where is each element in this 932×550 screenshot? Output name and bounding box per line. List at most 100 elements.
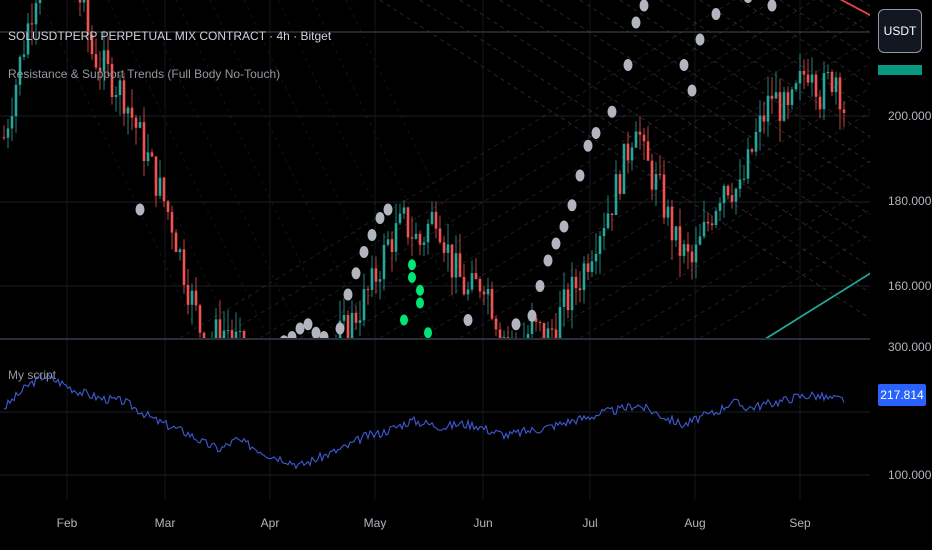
- pivot-high-marker: [567, 199, 577, 212]
- pivot-high-marker: [335, 322, 345, 335]
- candle-body: [610, 213, 614, 216]
- candle-body: [158, 177, 162, 196]
- candle-body: [562, 289, 566, 308]
- candle-body: [162, 177, 166, 202]
- candle-body: [810, 74, 814, 83]
- chart-canvas[interactable]: 200.000 180.000 160.000 300.000 100.000 Feb M…: [0, 0, 932, 550]
- candle-body: [146, 152, 150, 162]
- candle-body: [662, 174, 666, 218]
- pivot-high-marker: [687, 84, 697, 97]
- candle-body: [558, 307, 562, 338]
- indicator-title[interactable]: Resistance & Support Trends (Full Body N…: [8, 67, 280, 81]
- script-pane-title[interactable]: My script: [8, 368, 56, 382]
- candle-body: [822, 73, 826, 110]
- candle-body: [2, 137, 6, 139]
- pivot-high-marker: [583, 139, 593, 152]
- pivot-high-marker: [711, 8, 721, 20]
- candle-body: [430, 211, 434, 224]
- pivot-high-marker: [559, 220, 569, 233]
- candle-body: [470, 273, 474, 290]
- candle-body: [618, 174, 622, 194]
- x-tick-label: Mar: [155, 516, 176, 530]
- candle-body: [582, 263, 586, 291]
- y-tick-label: 160.000: [888, 279, 932, 293]
- candle-body: [678, 226, 682, 256]
- candle-body: [374, 268, 378, 282]
- support-marker: [408, 259, 416, 271]
- candle-body: [190, 290, 194, 305]
- candle-body: [778, 92, 782, 121]
- y-tick-label: 200.000: [888, 109, 932, 123]
- candle-body: [174, 232, 178, 253]
- candle-body: [742, 178, 746, 180]
- candle-body: [474, 273, 478, 280]
- pivot-high-marker: [607, 105, 617, 118]
- pivot-high-marker: [351, 267, 361, 280]
- candle-body: [494, 318, 498, 330]
- candle-body: [446, 244, 450, 253]
- candle-body: [658, 174, 662, 176]
- candle-body: [358, 320, 362, 323]
- candle-body: [782, 92, 786, 121]
- candle-body: [78, 0, 82, 3]
- currency-button[interactable]: USDT: [878, 9, 922, 53]
- candle-body: [654, 174, 658, 190]
- pivot-high-marker: [695, 33, 705, 46]
- symbol-title[interactable]: SOLUSDTPERP PERPETUAL MIX CONTRACT · 4h …: [8, 29, 331, 43]
- script-value-badge: 217.814: [878, 384, 926, 406]
- candle-body: [842, 109, 846, 113]
- candle-body: [690, 251, 694, 263]
- candle-body: [686, 244, 690, 252]
- candle-body: [30, 23, 34, 25]
- candle-body: [438, 228, 442, 243]
- candle-body: [786, 92, 790, 106]
- candle-body: [606, 213, 610, 228]
- x-tick-label: Jul: [582, 516, 597, 530]
- candle-body: [794, 83, 798, 90]
- y-tick-label: 180.000: [888, 194, 932, 208]
- candle-body: [578, 288, 582, 291]
- pivot-high-marker: [527, 309, 537, 322]
- support-marker: [408, 272, 416, 283]
- candle-body: [226, 330, 230, 332]
- candle-body: [394, 223, 398, 252]
- candle-body: [22, 54, 26, 57]
- candle-body: [10, 116, 14, 129]
- candle-body: [682, 244, 686, 256]
- pivot-high-marker: [359, 246, 369, 258]
- candle-body: [238, 331, 242, 333]
- candle-body: [422, 242, 426, 245]
- candle-body: [598, 236, 602, 254]
- last-price-badge: [878, 65, 922, 75]
- candle-body: [450, 244, 454, 278]
- candle-body: [702, 221, 706, 237]
- candle-body: [698, 236, 702, 245]
- candle-body: [138, 122, 142, 128]
- pivot-high-marker: [311, 326, 321, 338]
- candle-body: [602, 227, 606, 237]
- pivot-high-marker: [679, 59, 689, 71]
- candle-body: [442, 242, 446, 253]
- candle-body: [490, 289, 494, 319]
- candle-body: [362, 289, 366, 321]
- candle-body: [182, 249, 186, 286]
- candle-body: [462, 276, 466, 295]
- candle-body: [410, 237, 414, 239]
- candle-body: [378, 279, 382, 282]
- pivot-high-marker: [367, 229, 377, 241]
- x-tick-label: Sep: [789, 516, 811, 530]
- candle-body: [726, 185, 730, 196]
- candle-body: [482, 291, 486, 295]
- candle-body: [402, 207, 406, 214]
- pivot-high-marker: [343, 288, 353, 301]
- candle-body: [466, 289, 470, 295]
- candle-body: [758, 115, 762, 133]
- pivot-high-marker: [551, 237, 561, 250]
- candle-body: [418, 233, 422, 245]
- candle-body: [234, 331, 238, 338]
- pivot-high-marker: [631, 16, 641, 29]
- candle-body: [622, 143, 626, 194]
- pivot-high-marker: [639, 0, 649, 12]
- candle-body: [638, 131, 642, 135]
- candle-body: [830, 71, 834, 93]
